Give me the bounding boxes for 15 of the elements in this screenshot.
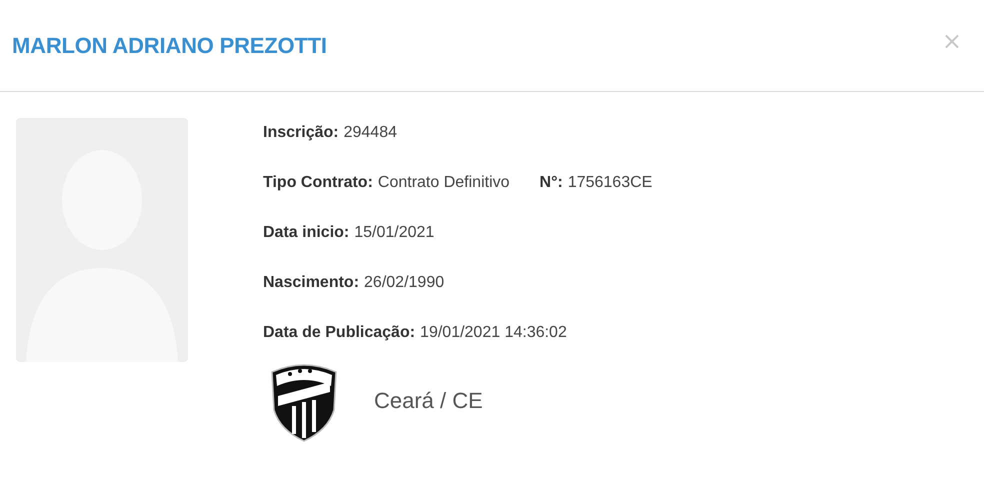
field-label: Nascimento: bbox=[263, 274, 360, 291]
field-value: 15/01/2021 bbox=[354, 224, 434, 241]
player-name-title: MARLON ADRIANO PREZOTTI bbox=[12, 32, 327, 58]
field-value: 26/02/1990 bbox=[364, 274, 444, 291]
field-label: Tipo Contrato: bbox=[263, 174, 373, 191]
field-value: 1756163CE bbox=[568, 174, 652, 191]
close-button[interactable]: × bbox=[942, 26, 962, 54]
club-name: Ceará / CE bbox=[374, 388, 483, 414]
field-label: Inscrição: bbox=[263, 124, 339, 141]
field-value: 294484 bbox=[344, 124, 397, 141]
field-label: Data de Publicação: bbox=[263, 324, 416, 341]
field-label: Data inicio: bbox=[263, 224, 350, 241]
field-value: 19/01/2021 14:36:02 bbox=[420, 324, 567, 341]
field-label: N°: bbox=[540, 174, 563, 191]
field-value: Contrato Definitivo bbox=[378, 174, 510, 191]
